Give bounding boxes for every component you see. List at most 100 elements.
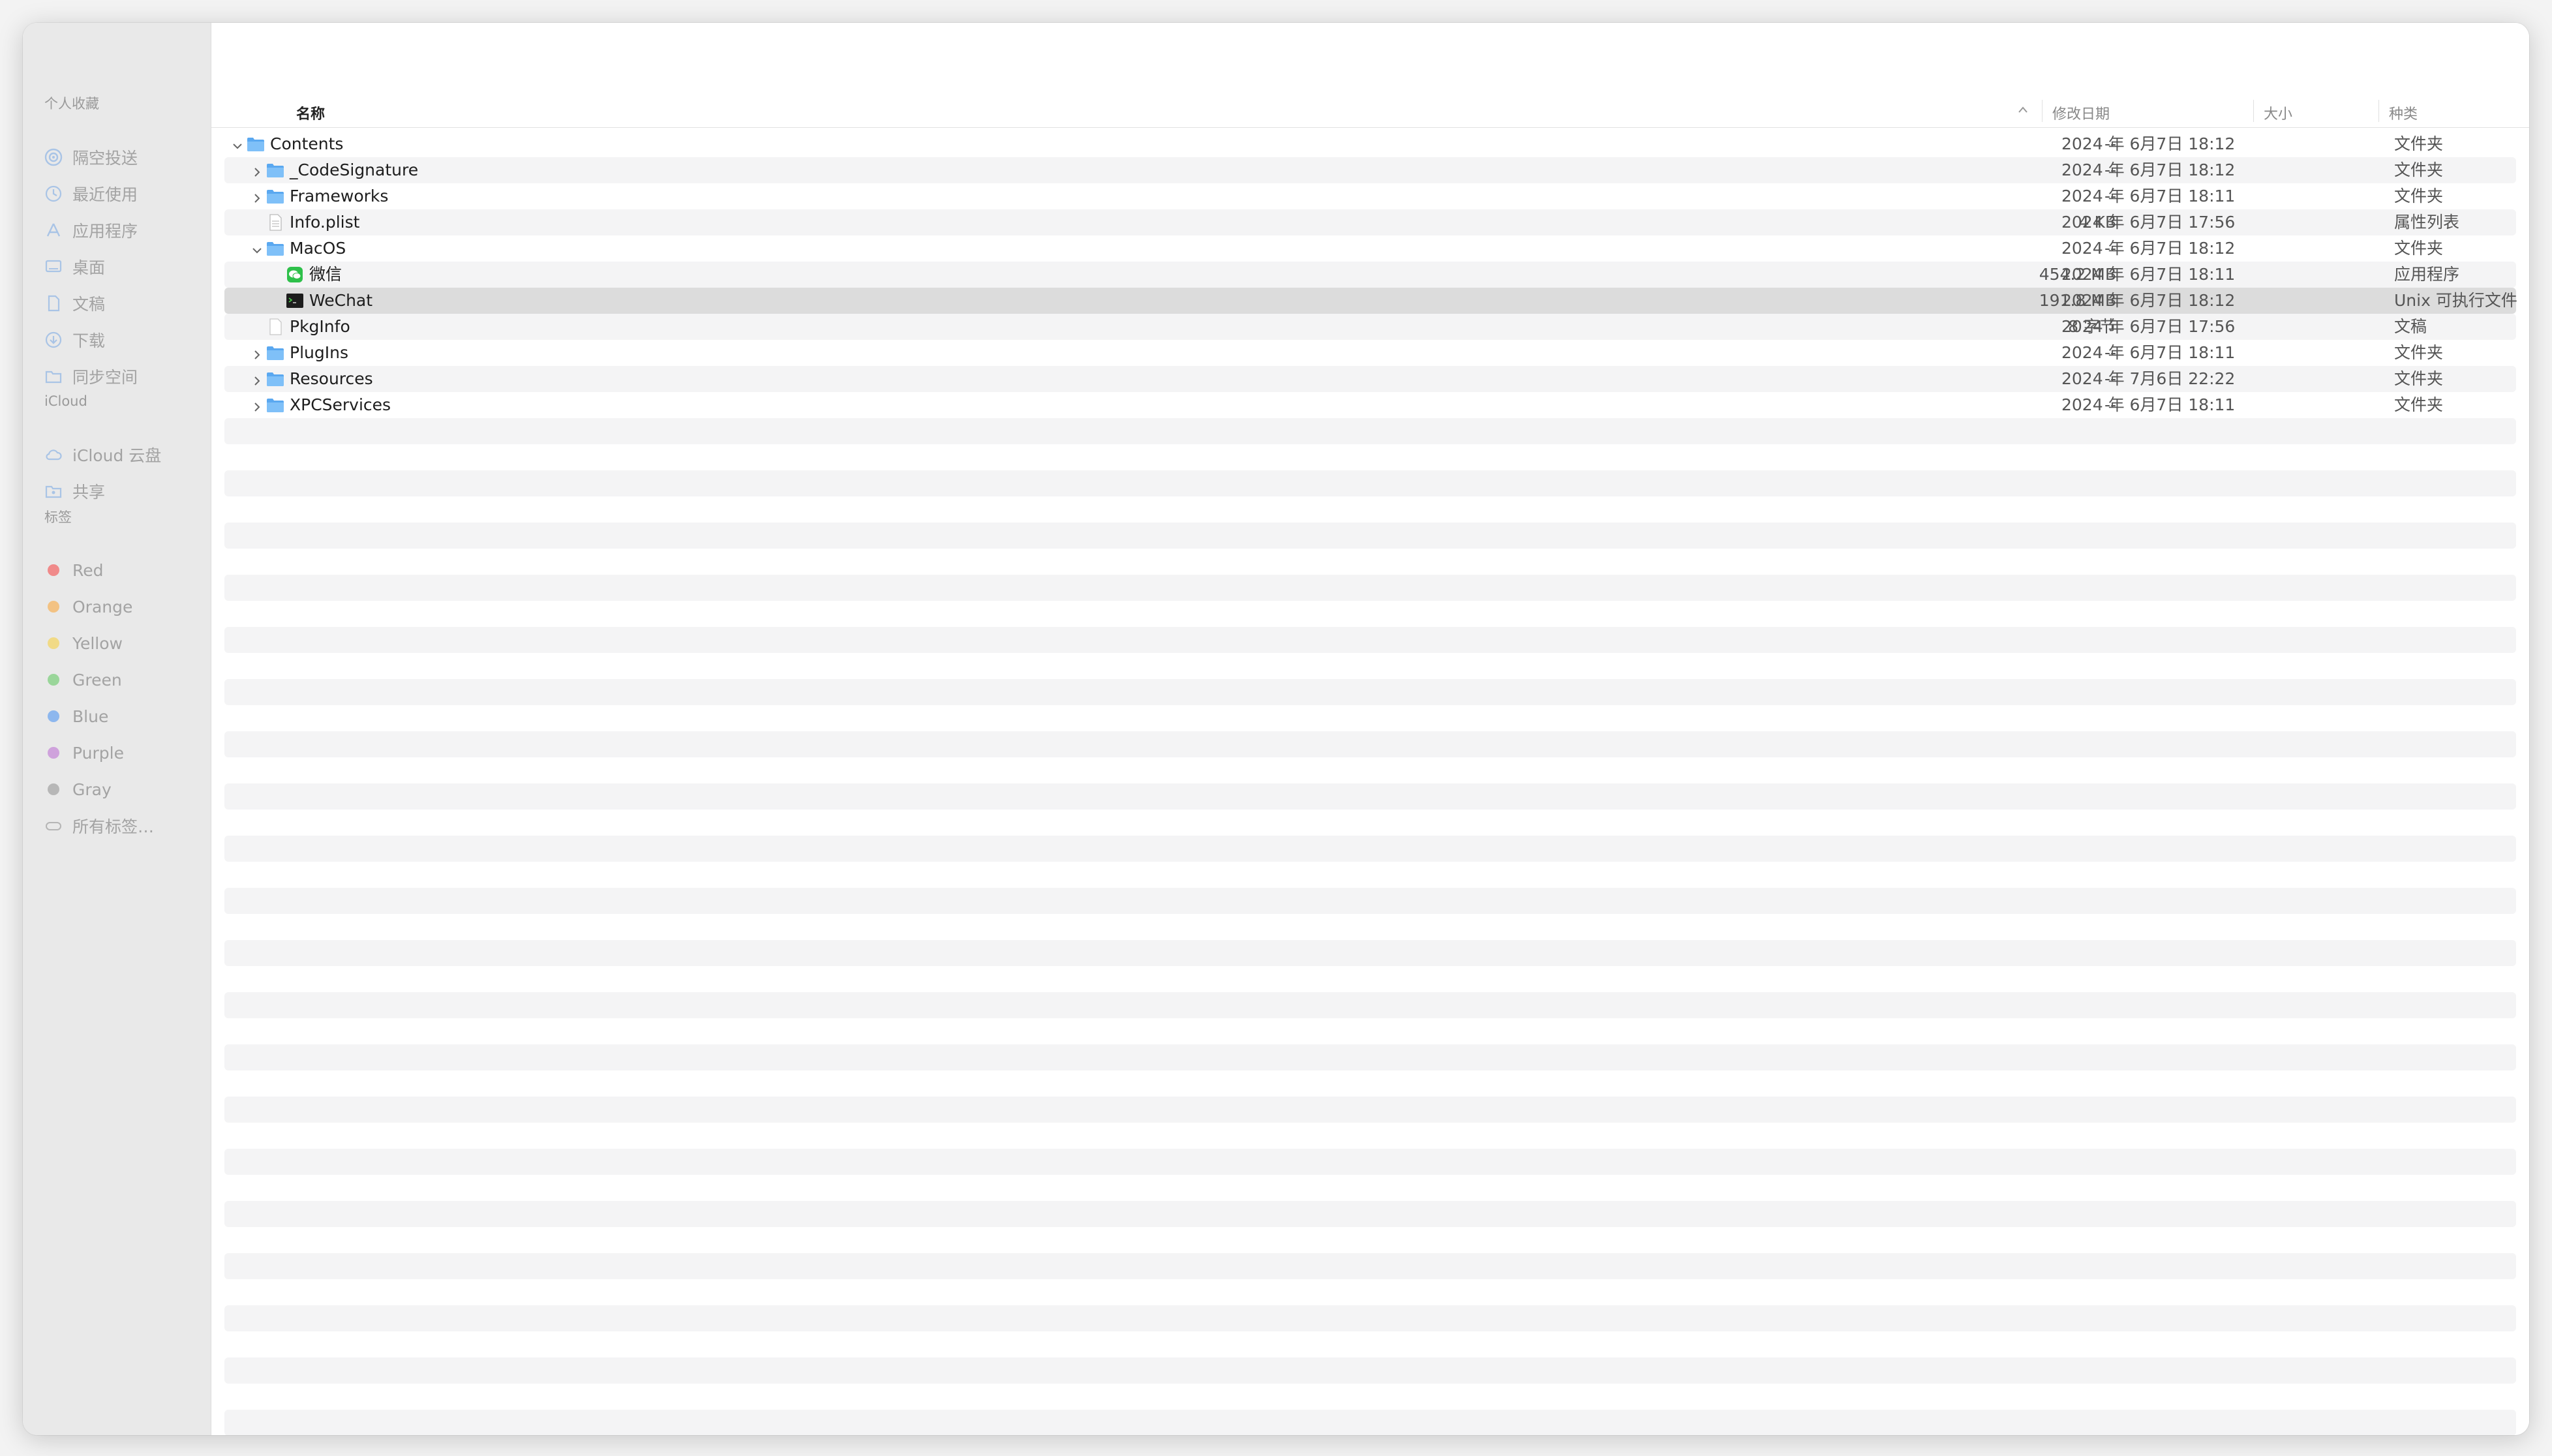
file-size: --: [2104, 239, 2116, 258]
airdrop-icon: [42, 146, 65, 168]
empty-row: [224, 496, 2516, 523]
file-row[interactable]: PkgInfo 2024 年 6月7日 17:56 8 字节 文稿: [224, 314, 2516, 340]
sidebar-item-icloud[interactable]: iCloud 云盘: [42, 439, 161, 470]
file-row[interactable]: Contents 2024 年 6月7日 18:12 -- 文件夹: [224, 131, 2516, 157]
column-name-header[interactable]: 名称: [296, 102, 325, 123]
sidebar-item-label: Red: [72, 560, 104, 580]
tag-dot-icon: [42, 778, 65, 800]
empty-row: [224, 940, 2516, 966]
file-row[interactable]: MacOS 2024 年 6月7日 18:12 -- 文件夹: [224, 235, 2516, 262]
file-name: Resources: [290, 369, 373, 388]
file-kind: 文件夹: [2394, 160, 2444, 179]
file-size: --: [2104, 395, 2116, 414]
clock-icon: [42, 183, 65, 205]
sidebar-item-favorites[interactable]: 桌面: [42, 251, 105, 282]
column-separator[interactable]: [2042, 100, 2043, 122]
column-separator[interactable]: [2253, 100, 2254, 122]
file-kind: Unix 可执行文件: [2394, 291, 2517, 310]
chevron-right-icon[interactable]: [251, 346, 264, 359]
folder-icon: [266, 162, 284, 179]
empty-row: [224, 783, 2516, 810]
empty-row: [224, 1384, 2516, 1410]
empty-row: [224, 1175, 2516, 1201]
sidebar-item-tag[interactable]: Gray: [42, 774, 112, 805]
empty-row: [224, 1305, 2516, 1331]
empty-row: [224, 679, 2516, 705]
empty-row: [224, 549, 2516, 575]
column-size-header[interactable]: 大小: [2264, 102, 2292, 123]
chevron-down-icon[interactable]: [231, 138, 244, 151]
empty-row: [224, 1253, 2516, 1279]
empty-row: [224, 470, 2516, 496]
sidebar-item-label: 文稿: [72, 295, 106, 314]
sort-ascending-icon[interactable]: [2017, 105, 2029, 114]
chevron-right-icon[interactable]: [251, 164, 264, 177]
sidebar-item-label: 下载: [72, 331, 106, 350]
file-size: --: [2104, 160, 2116, 179]
sidebar-item-label: Green: [72, 670, 122, 690]
file-row[interactable]: Resources 2024 年 7月6日 22:22 -- 文件夹: [224, 366, 2516, 392]
empty-row: [224, 992, 2516, 1018]
sidebar-item-label: 最近使用: [72, 185, 138, 204]
sidebar-item-favorites[interactable]: 最近使用: [42, 178, 138, 209]
file-kind: 文件夹: [2394, 134, 2444, 153]
sidebar-item-tag[interactable]: Blue: [42, 701, 108, 732]
file-kind: 文件夹: [2394, 343, 2444, 362]
file-kind: 文件夹: [2394, 395, 2444, 414]
sidebar-item-favorites[interactable]: 文稿: [42, 288, 105, 319]
file-size: 8 字节: [2068, 317, 2116, 336]
file-size: 191.8 MB: [2039, 291, 2116, 310]
file-name: Info.plist: [290, 213, 360, 232]
file-row[interactable]: WeChat 2024 年 6月7日 18:12 191.8 MB Unix 可执行文…: [224, 288, 2517, 314]
sidebar-item-label: 共享: [72, 483, 106, 502]
empty-row: [224, 705, 2516, 731]
chevron-right-icon[interactable]: [251, 399, 264, 412]
empty-row: [224, 653, 2516, 679]
tags-section-title: 标签: [44, 509, 72, 525]
sidebar-item-tag[interactable]: Red: [42, 554, 104, 586]
sidebar-item-favorites[interactable]: 同步空间: [42, 361, 138, 392]
sidebar-item-label: 应用程序: [72, 222, 138, 241]
empty-row: [224, 1018, 2516, 1044]
file-row[interactable]: 微信 2024 年 6月7日 18:11 454.2 MB 应用程序: [224, 262, 2516, 288]
file-size: --: [2104, 343, 2116, 362]
sidebar-item-icloud[interactable]: 共享: [42, 476, 105, 507]
sidebar-item-tag[interactable]: 所有标签…: [42, 810, 154, 842]
sidebar-item-tag[interactable]: Yellow: [42, 628, 123, 659]
tag-dot-icon: [42, 669, 65, 691]
file-name: WeChat: [309, 291, 373, 310]
sidebar-item-tag[interactable]: Purple: [42, 737, 124, 768]
sidebar-item-favorites[interactable]: 下载: [42, 324, 105, 356]
blank-file-icon: [266, 318, 284, 335]
sidebar-item-label: Yellow: [72, 633, 123, 653]
sidebar-item-favorites[interactable]: 隔空投送: [42, 142, 138, 173]
file-name: Contents: [270, 134, 344, 153]
column-date-header[interactable]: 修改日期: [2052, 102, 2110, 123]
column-kind-header[interactable]: 种类: [2389, 102, 2418, 123]
file-row[interactable]: _CodeSignature 2024 年 6月7日 18:12 -- 文件夹: [224, 157, 2516, 183]
file-row[interactable]: Info.plist 2024 年 6月7日 17:56 4 KB 属性列表: [224, 209, 2516, 235]
empty-row: [224, 862, 2516, 888]
empty-row: [224, 627, 2516, 653]
file-kind: 文稿: [2394, 317, 2427, 336]
file-row[interactable]: XPCServices 2024 年 6月7日 18:11 -- 文件夹: [224, 392, 2516, 418]
sidebar-item-tag[interactable]: Orange: [42, 591, 132, 622]
file-row[interactable]: Frameworks 2024 年 6月7日 18:11 -- 文件夹: [224, 183, 2516, 209]
tag-dot-icon: [42, 705, 65, 727]
column-separator[interactable]: [2378, 100, 2379, 122]
file-name: _CodeSignature: [290, 160, 419, 179]
empty-row: [224, 757, 2516, 783]
file-row[interactable]: PlugIns 2024 年 6月7日 18:11 -- 文件夹: [224, 340, 2516, 366]
sidebar-item-favorites[interactable]: 应用程序: [42, 215, 138, 246]
file-name: 微信: [309, 265, 342, 284]
file-name: PlugIns: [290, 343, 348, 362]
sidebar-item-tag[interactable]: Green: [42, 664, 122, 695]
applications-icon: [42, 219, 65, 241]
empty-row: [224, 1331, 2516, 1357]
empty-row: [224, 418, 2516, 444]
chevron-right-icon[interactable]: [251, 190, 264, 203]
chevron-down-icon[interactable]: [251, 242, 264, 255]
folder-icon: [266, 188, 284, 205]
tag-color-dot: [48, 710, 59, 722]
chevron-right-icon[interactable]: [251, 372, 264, 386]
